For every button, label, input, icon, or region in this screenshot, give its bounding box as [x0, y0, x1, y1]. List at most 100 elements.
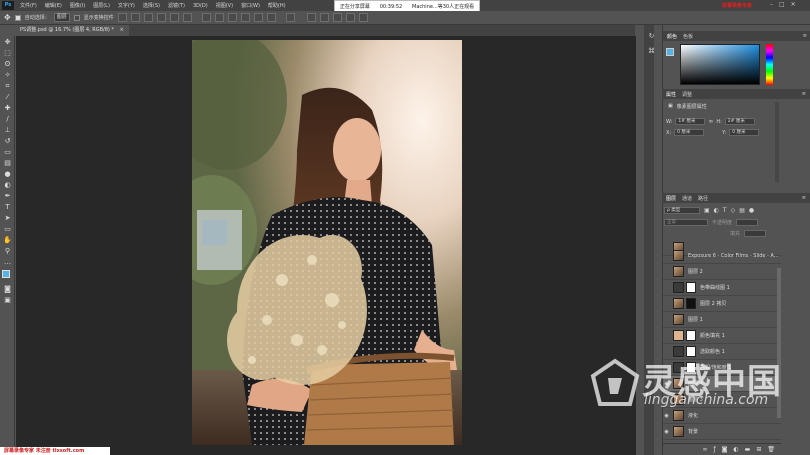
filter-smart-icon[interactable]: ▤: [739, 207, 745, 214]
tab-paths[interactable]: 路径: [698, 195, 708, 202]
auto-select-dropdown[interactable]: 图层: [53, 13, 70, 22]
new-adjustment-icon[interactable]: ◐: [733, 446, 738, 453]
screen-mode-icon[interactable]: ▣: [3, 296, 12, 305]
healing-icon[interactable]: ✚: [3, 104, 12, 113]
distribute-bottom-icon[interactable]: [227, 13, 237, 22]
filter-shape-icon[interactable]: ◇: [731, 207, 736, 214]
layer-thumbnail[interactable]: [673, 250, 684, 261]
align-left-icon[interactable]: [156, 13, 166, 22]
layer-thumbnail[interactable]: [673, 298, 684, 309]
minimize-icon[interactable]: –: [770, 1, 773, 8]
properties-scrollbar[interactable]: [775, 102, 779, 182]
panel-menu-icon[interactable]: ≡: [802, 195, 806, 201]
path-select-icon[interactable]: ➤: [3, 214, 12, 223]
distribute-left-icon[interactable]: [240, 13, 250, 22]
delete-layer-icon[interactable]: 🗑: [767, 446, 775, 453]
3d-roll-icon[interactable]: [319, 13, 329, 22]
3d-slide-icon[interactable]: [345, 13, 355, 22]
new-layer-icon[interactable]: ⊞: [756, 446, 761, 453]
color-swatches[interactable]: [0, 269, 15, 283]
move-icon[interactable]: ✥: [3, 38, 12, 47]
eyedropper-icon[interactable]: ⁄: [3, 93, 12, 102]
y-field[interactable]: 0 厘米: [729, 129, 760, 136]
3d-scale-icon[interactable]: [358, 13, 368, 22]
move-tool-icon[interactable]: ✥: [4, 13, 11, 22]
history-icon[interactable]: ↻: [647, 32, 656, 41]
menu-help[interactable]: 帮助(H): [268, 2, 286, 9]
menu-layer[interactable]: 图层(L): [93, 2, 110, 9]
layer-filter-dropdown[interactable]: ρ 类型: [664, 207, 700, 214]
width-field[interactable]: 1# 厘米: [675, 118, 706, 125]
x-field[interactable]: 0 厘米: [674, 129, 705, 136]
marquee-icon[interactable]: ⬚: [3, 49, 12, 58]
auto-select-checkbox[interactable]: [14, 14, 21, 21]
menu-type[interactable]: 文字(Y): [118, 2, 135, 9]
menu-image[interactable]: 图像(I): [70, 2, 85, 9]
link-layers-icon[interactable]: ∞: [702, 446, 707, 453]
history-brush-icon[interactable]: ↺: [3, 137, 12, 146]
link-icon[interactable]: ∞: [708, 118, 713, 125]
crop-icon[interactable]: ⌗: [3, 82, 12, 91]
blend-mode-dropdown[interactable]: 正常: [664, 219, 708, 226]
close-tab-icon[interactable]: ×: [120, 27, 124, 33]
menu-edit[interactable]: 编辑(E): [45, 2, 62, 9]
dodge-icon[interactable]: ◐: [3, 181, 12, 190]
align-hcenter-icon[interactable]: [169, 13, 179, 22]
height-field[interactable]: 2# 厘米: [724, 118, 755, 125]
filter-type-icon[interactable]: T: [723, 207, 727, 214]
hue-slider[interactable]: [766, 44, 773, 85]
close-icon[interactable]: ✕: [791, 1, 796, 8]
distribute-hcenter-icon[interactable]: [253, 13, 263, 22]
tab-properties[interactable]: 属性: [666, 91, 676, 98]
tab-color[interactable]: 颜色: [667, 33, 677, 40]
filter-toggle-icon[interactable]: ●: [749, 207, 754, 214]
gradient-icon[interactable]: ▤: [3, 159, 12, 168]
rectangle-icon[interactable]: ▭: [3, 225, 12, 234]
align-vcenter-icon[interactable]: [130, 13, 140, 22]
visibility-eye-icon[interactable]: ◉: [663, 429, 670, 435]
tab-layers[interactable]: 图层: [666, 195, 676, 202]
color-picker-field[interactable]: [680, 44, 760, 85]
foreground-swatch[interactable]: [2, 270, 10, 278]
more-tools-icon[interactable]: …: [3, 258, 12, 267]
layer-mask-thumbnail[interactable]: [686, 298, 696, 309]
layer-thumbnail[interactable]: [673, 314, 684, 325]
magic-wand-icon[interactable]: ✧: [3, 71, 12, 80]
align-top-icon[interactable]: [117, 13, 127, 22]
layer-thumbnail[interactable]: [673, 266, 684, 277]
zoom-icon[interactable]: ⚲: [3, 247, 12, 256]
layer-mask-thumbnail[interactable]: [686, 330, 696, 341]
layer-row[interactable]: 图层 2 拷贝: [663, 296, 781, 312]
lasso-icon[interactable]: ʘ: [3, 60, 12, 69]
menu-window[interactable]: 窗口(W): [241, 2, 260, 9]
fill-field[interactable]: [744, 230, 767, 237]
brush-icon[interactable]: ∕: [3, 115, 12, 124]
menu-file[interactable]: 文件(F): [20, 2, 37, 9]
layer-thumbnail[interactable]: [673, 426, 684, 437]
layer-row[interactable]: ◉ 背景: [663, 424, 781, 440]
menu-3d[interactable]: 3D(D): [193, 3, 208, 9]
filter-pixel-icon[interactable]: ▣: [704, 207, 710, 214]
layer-row[interactable]: 颜色填充 1: [663, 328, 781, 344]
tab-channels[interactable]: 通道: [682, 195, 692, 202]
quick-mask-icon[interactable]: ◙: [3, 285, 12, 294]
menu-select[interactable]: 选择(S): [143, 2, 160, 9]
distribute-vcenter-icon[interactable]: [214, 13, 224, 22]
fx-icon[interactable]: ƒ: [713, 446, 715, 453]
filter-adjust-icon[interactable]: ◐: [714, 207, 719, 214]
pen-icon[interactable]: ✒: [3, 192, 12, 201]
layer-thumbnail[interactable]: [673, 330, 684, 341]
blur-icon[interactable]: ●: [3, 170, 12, 179]
layer-row[interactable]: 图层 1: [663, 312, 781, 328]
opacity-field[interactable]: [736, 219, 759, 226]
layer-thumbnail[interactable]: [673, 282, 684, 293]
add-mask-icon[interactable]: ◙: [722, 446, 728, 453]
stamp-icon[interactable]: ⊥: [3, 126, 12, 135]
distribute-right-icon[interactable]: [266, 13, 276, 22]
show-transform-checkbox[interactable]: [73, 14, 80, 21]
align-right-icon[interactable]: [182, 13, 192, 22]
layer-mask-thumbnail[interactable]: [686, 282, 696, 293]
auto-align-icon[interactable]: [285, 13, 295, 22]
tab-adjustments[interactable]: 调整: [682, 91, 692, 98]
eraser-icon[interactable]: ▭: [3, 148, 12, 157]
